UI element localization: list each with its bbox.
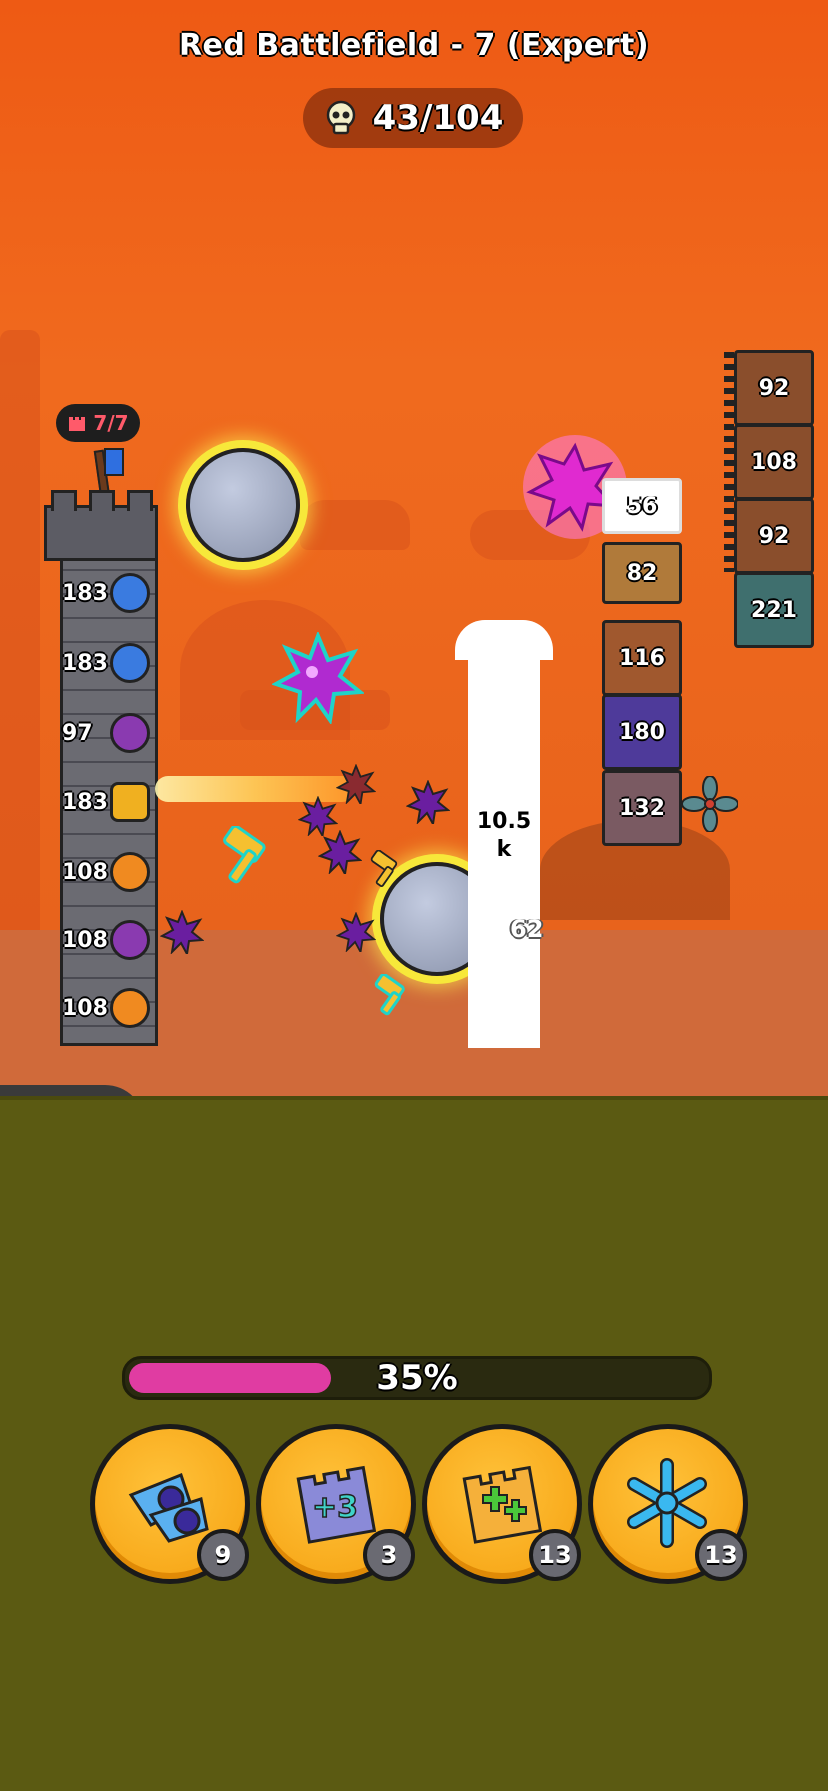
cannon-icon: [110, 782, 150, 822]
enemy-box: 92: [734, 350, 814, 426]
enemy-hp: 82: [626, 560, 658, 586]
slot-value: 108: [62, 927, 108, 953]
enemy-hp: 92: [758, 523, 790, 549]
wave-progress-label: 35%: [376, 1358, 458, 1398]
damage-number: 62: [510, 915, 544, 943]
plus-three-icon: +3: [296, 1465, 377, 1544]
helicopter-silhouette: [300, 500, 410, 550]
enemy-box: 116: [602, 620, 682, 696]
slot-value: 183: [62, 650, 108, 676]
enemy-hp: 92: [758, 375, 790, 401]
slot-value: 108: [62, 859, 108, 885]
boulder-projectile: [186, 448, 300, 562]
enemy-hp: 116: [619, 645, 665, 671]
tower-merlon: [89, 490, 115, 511]
enemy-hp: 221: [751, 597, 797, 623]
enemy-box: 108: [734, 424, 814, 500]
tower-merlon: [127, 490, 153, 511]
slot-value: 97: [62, 720, 93, 746]
snowflake-icon: [627, 1458, 707, 1548]
orange-hammer-icon: [110, 852, 150, 892]
rock-silhouette: [0, 330, 40, 930]
enemy-hp: 108: [751, 449, 797, 475]
blue-flag-icon: [104, 448, 124, 476]
powerup-count: 13: [695, 1529, 747, 1581]
tower-merlon: [51, 490, 77, 511]
powerup-count: 3: [363, 1529, 415, 1581]
tower-slot[interactable]: 183: [62, 573, 172, 613]
yellow-hammer-icon: [223, 826, 266, 884]
small-purple-spiky-ball-icon: [298, 796, 338, 836]
enemy-box: 132: [602, 770, 682, 846]
tower-slot[interactable]: 108: [62, 920, 172, 960]
enemy-hp: 180: [619, 719, 665, 745]
enemy-box: 82: [602, 542, 682, 604]
small-purple-spiky-ball-icon: [160, 910, 204, 954]
level-title: Red Battlefield - 7 (Expert): [178, 28, 650, 63]
enemy-box: 221: [734, 572, 814, 648]
yellow-hammer-icon: [374, 974, 405, 1016]
kill-counter: 43/104: [303, 88, 523, 148]
tower-capacity-value: 7/7: [93, 411, 129, 435]
tower-slot[interactable]: 97: [62, 713, 172, 753]
bone-damage-label: 10.5 k: [468, 808, 540, 864]
enemy-box: 180: [602, 694, 682, 770]
purple-spiky-ball-icon: [272, 632, 364, 724]
slot-value: 183: [62, 580, 108, 606]
powerup-count: 13: [529, 1529, 581, 1581]
enemy-box: 56: [602, 478, 682, 534]
enemy-hp: 132: [619, 795, 665, 821]
plus-three-wall-button[interactable]: +3 3: [256, 1424, 416, 1584]
heal-wall-button[interactable]: 13: [422, 1424, 582, 1584]
spike-strip: [724, 352, 734, 572]
wave-progress-bar: 35%: [122, 1356, 712, 1400]
double-shot-button[interactable]: 9: [90, 1424, 250, 1584]
tower-capacity-badge: 7/7: [56, 404, 140, 442]
small-purple-spiky-ball-icon: [336, 764, 376, 804]
freeze-button[interactable]: 13: [588, 1424, 748, 1584]
purple-bomb-icon: [110, 920, 150, 960]
slot-value: 183: [62, 789, 108, 815]
small-purple-spiky-ball-icon: [318, 830, 362, 874]
yellow-hammer-icon: [370, 850, 398, 888]
enemy-box: 92: [734, 498, 814, 574]
blue-bomb-icon: [110, 643, 150, 683]
twin-orbs-icon: [128, 1473, 209, 1543]
blue-bomb-icon: [110, 573, 150, 613]
purple-bomb-icon: [110, 713, 150, 753]
svg-text:+3: +3: [312, 1490, 358, 1525]
enemy-hp: 56: [626, 493, 658, 519]
slot-value: 108: [62, 995, 108, 1021]
powerup-count: 9: [197, 1529, 249, 1581]
bone-damage-unit: k: [496, 837, 512, 862]
tower-icon: [69, 417, 86, 431]
tower-slot[interactable]: 108: [62, 988, 172, 1028]
small-purple-spiky-ball-icon: [406, 780, 450, 824]
tower-battlements: [44, 490, 158, 561]
kill-counter-value: 43/104: [372, 98, 504, 138]
small-purple-spiky-ball-icon: [336, 912, 376, 952]
bone-damage-value: 10.5: [476, 809, 532, 834]
orange-hammer-icon: [110, 988, 150, 1028]
propeller-icon: [682, 776, 738, 832]
skull-icon: [326, 100, 355, 135]
plus-cross-icon: [462, 1465, 543, 1544]
tower-slot[interactable]: 108: [62, 852, 172, 892]
tower-slot[interactable]: 183: [62, 643, 172, 683]
